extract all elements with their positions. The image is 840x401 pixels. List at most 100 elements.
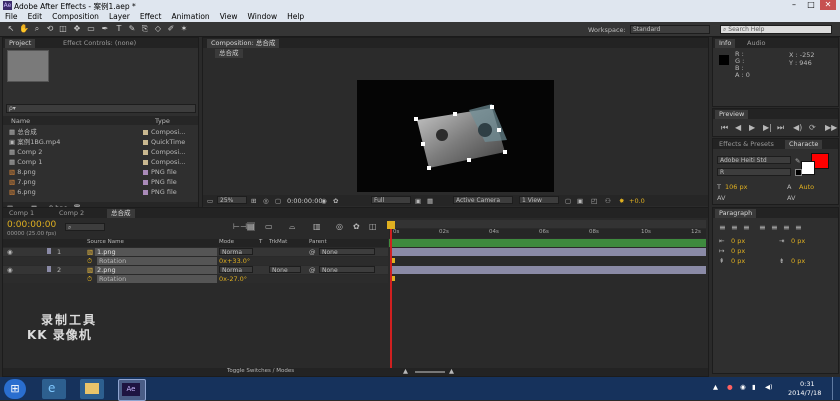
zoom-tool-icon[interactable]: ⌕ xyxy=(32,24,42,34)
indent-left-value[interactable]: 0 px xyxy=(731,237,745,245)
camera-select[interactable]: Active Camera xyxy=(453,196,513,204)
pen-tool-icon[interactable]: ✒ xyxy=(100,24,110,34)
eraser-tool-icon[interactable]: ◇ xyxy=(153,24,163,34)
stopwatch-icon[interactable]: ⏱ xyxy=(87,275,92,284)
property-value[interactable]: 0x+33.0° xyxy=(219,257,250,265)
stroke-color-swatch[interactable] xyxy=(801,161,815,175)
composition-viewer[interactable] xyxy=(357,80,554,192)
parent-select[interactable]: None xyxy=(319,248,375,256)
comp-timecode[interactable]: 0:00:00:00 xyxy=(287,197,323,205)
show-desktop-button[interactable] xyxy=(832,377,840,400)
transform-handle[interactable] xyxy=(453,112,457,116)
maximize-button[interactable]: □ xyxy=(803,0,819,10)
live-update-icon[interactable]: ▤ xyxy=(247,222,255,231)
project-search-input[interactable]: ρ▾ xyxy=(6,104,196,113)
tray-app-icon[interactable]: ◉ xyxy=(740,383,746,391)
zoom-select[interactable]: 25% xyxy=(217,196,247,204)
comp-subtab[interactable]: 总合成 xyxy=(215,49,243,58)
pan-behind-tool-icon[interactable]: ✥ xyxy=(72,24,82,34)
transparency-grid-icon[interactable]: ▦ xyxy=(427,197,433,205)
transform-handle[interactable] xyxy=(427,166,431,170)
parent-pickwhip-icon[interactable]: @ xyxy=(309,248,316,256)
table-row[interactable]: ◉ 2 ▧ 2.png Norma None @ None xyxy=(3,266,388,274)
font-size-value[interactable]: 106 px xyxy=(725,183,747,191)
tab-info[interactable]: Info xyxy=(715,39,736,48)
brush-tool-icon[interactable]: ✎ xyxy=(127,24,137,34)
stopwatch-icon[interactable]: ⏱ xyxy=(87,257,92,266)
hand-tool-icon[interactable]: ✋ xyxy=(19,24,29,34)
menu-animation[interactable]: Animation xyxy=(166,11,214,22)
align-left-icon[interactable]: ≡ xyxy=(719,223,726,232)
shy-layers-icon[interactable]: ⌓ xyxy=(289,222,295,232)
transform-handle[interactable] xyxy=(421,142,425,146)
table-row[interactable]: ⏱ Rotation 0x-27.0° xyxy=(3,275,388,283)
indent-first-line-value[interactable]: 0 px xyxy=(731,247,745,255)
toggle-switches-modes-button[interactable]: Toggle Switches / Modes xyxy=(227,368,294,374)
ram-preview-icon[interactable]: ▶▶ xyxy=(825,123,837,132)
tab-audio[interactable]: Audio xyxy=(743,39,769,48)
loop-icon[interactable]: ⟳ xyxy=(809,123,816,132)
space-before-value[interactable]: 0 px xyxy=(731,257,745,265)
rectangle-tool-icon[interactable]: ▭ xyxy=(86,24,96,34)
timeline-icon[interactable]: ◰ xyxy=(591,197,597,205)
zoom-out-icon[interactable]: ▲ xyxy=(403,367,408,375)
list-item[interactable]: ▧ 8.png xyxy=(9,168,36,177)
rotate-tool-icon[interactable]: ⟲ xyxy=(45,24,55,34)
puppet-tool-icon[interactable]: ✶ xyxy=(179,24,189,34)
workspace-select[interactable]: Standard xyxy=(630,25,710,34)
label-color[interactable] xyxy=(47,266,51,272)
visibility-eye-icon[interactable]: ◉ xyxy=(7,248,13,256)
network-icon[interactable]: ▮ xyxy=(752,383,756,391)
list-item[interactable]: ▧ 6.png xyxy=(9,188,36,197)
draft-3d-icon[interactable]: ▭ xyxy=(265,222,273,231)
timeline-timecode[interactable]: 0:00:00:00 xyxy=(7,220,56,230)
previous-frame-icon[interactable]: ◀ xyxy=(735,123,741,132)
work-area-bar[interactable] xyxy=(389,220,706,228)
flowchart-icon[interactable]: ⚇ xyxy=(605,197,611,205)
parent-select[interactable]: None xyxy=(319,266,375,274)
menu-help[interactable]: Help xyxy=(282,11,309,22)
menu-effect[interactable]: Effect xyxy=(135,11,167,22)
views-select[interactable]: 1 View xyxy=(519,196,559,204)
transform-handle[interactable] xyxy=(490,105,494,109)
property-name[interactable]: Rotation xyxy=(97,257,217,265)
volume-icon[interactable]: ◀) xyxy=(765,383,773,391)
menu-window[interactable]: Window xyxy=(243,11,283,22)
column-mode[interactable]: Mode xyxy=(219,239,234,245)
column-trkmat[interactable]: TrkMat xyxy=(269,239,287,245)
always-preview-icon[interactable]: ▭ xyxy=(207,197,213,205)
justify-left-icon[interactable]: ≡ xyxy=(759,223,766,232)
font-style-select[interactable]: R xyxy=(717,168,791,176)
eyedropper-icon[interactable]: ✎ xyxy=(795,157,800,165)
tab-comp-1[interactable]: Comp 1 xyxy=(5,209,38,218)
tab-preview[interactable]: Preview xyxy=(715,110,749,119)
align-right-icon[interactable]: ≡ xyxy=(743,223,750,232)
toggle-pixel-aspect-icon[interactable]: ▢ xyxy=(565,197,571,205)
justify-center-icon[interactable]: ≡ xyxy=(771,223,778,232)
region-of-interest-icon[interactable]: ▢ xyxy=(275,197,281,205)
list-item[interactable]: ▦ Comp 1 xyxy=(9,158,42,167)
tab-main-comp[interactable]: 总合成 xyxy=(107,209,135,218)
timeline-zoom-slider[interactable] xyxy=(415,371,445,373)
mask-visibility-icon[interactable]: ◎ xyxy=(263,197,269,205)
table-row[interactable]: ◉ 1 ▧ 1.png Norma @ None xyxy=(3,248,388,256)
exposure-icon[interactable]: ✸ xyxy=(619,197,624,205)
close-button[interactable]: ✕ xyxy=(820,0,836,10)
show-channel-icon[interactable]: ✿ xyxy=(333,197,338,205)
after-effects-taskbar-icon[interactable]: Ae xyxy=(118,379,146,401)
graph-editor-icon[interactable]: ◫ xyxy=(369,222,377,231)
minimize-button[interactable]: – xyxy=(786,0,802,10)
justify-all-icon[interactable]: ≡ xyxy=(795,223,802,232)
playhead-handle[interactable] xyxy=(387,221,395,229)
file-explorer-icon[interactable] xyxy=(80,379,104,399)
column-name[interactable]: Name xyxy=(11,117,30,125)
transform-handle[interactable] xyxy=(503,150,507,154)
menu-view[interactable]: View xyxy=(215,11,243,22)
list-item[interactable]: ▦ 总合成 xyxy=(9,128,37,137)
menu-file[interactable]: File xyxy=(0,11,23,22)
column-source-name[interactable]: Source Name xyxy=(87,239,124,245)
search-help-input[interactable]: ⌕ Search Help xyxy=(720,25,832,34)
fast-previews-icon[interactable]: ▣ xyxy=(415,197,421,205)
audio-icon[interactable]: ◀) xyxy=(793,123,802,132)
show-hidden-icons-icon[interactable]: ▲ xyxy=(713,383,718,391)
